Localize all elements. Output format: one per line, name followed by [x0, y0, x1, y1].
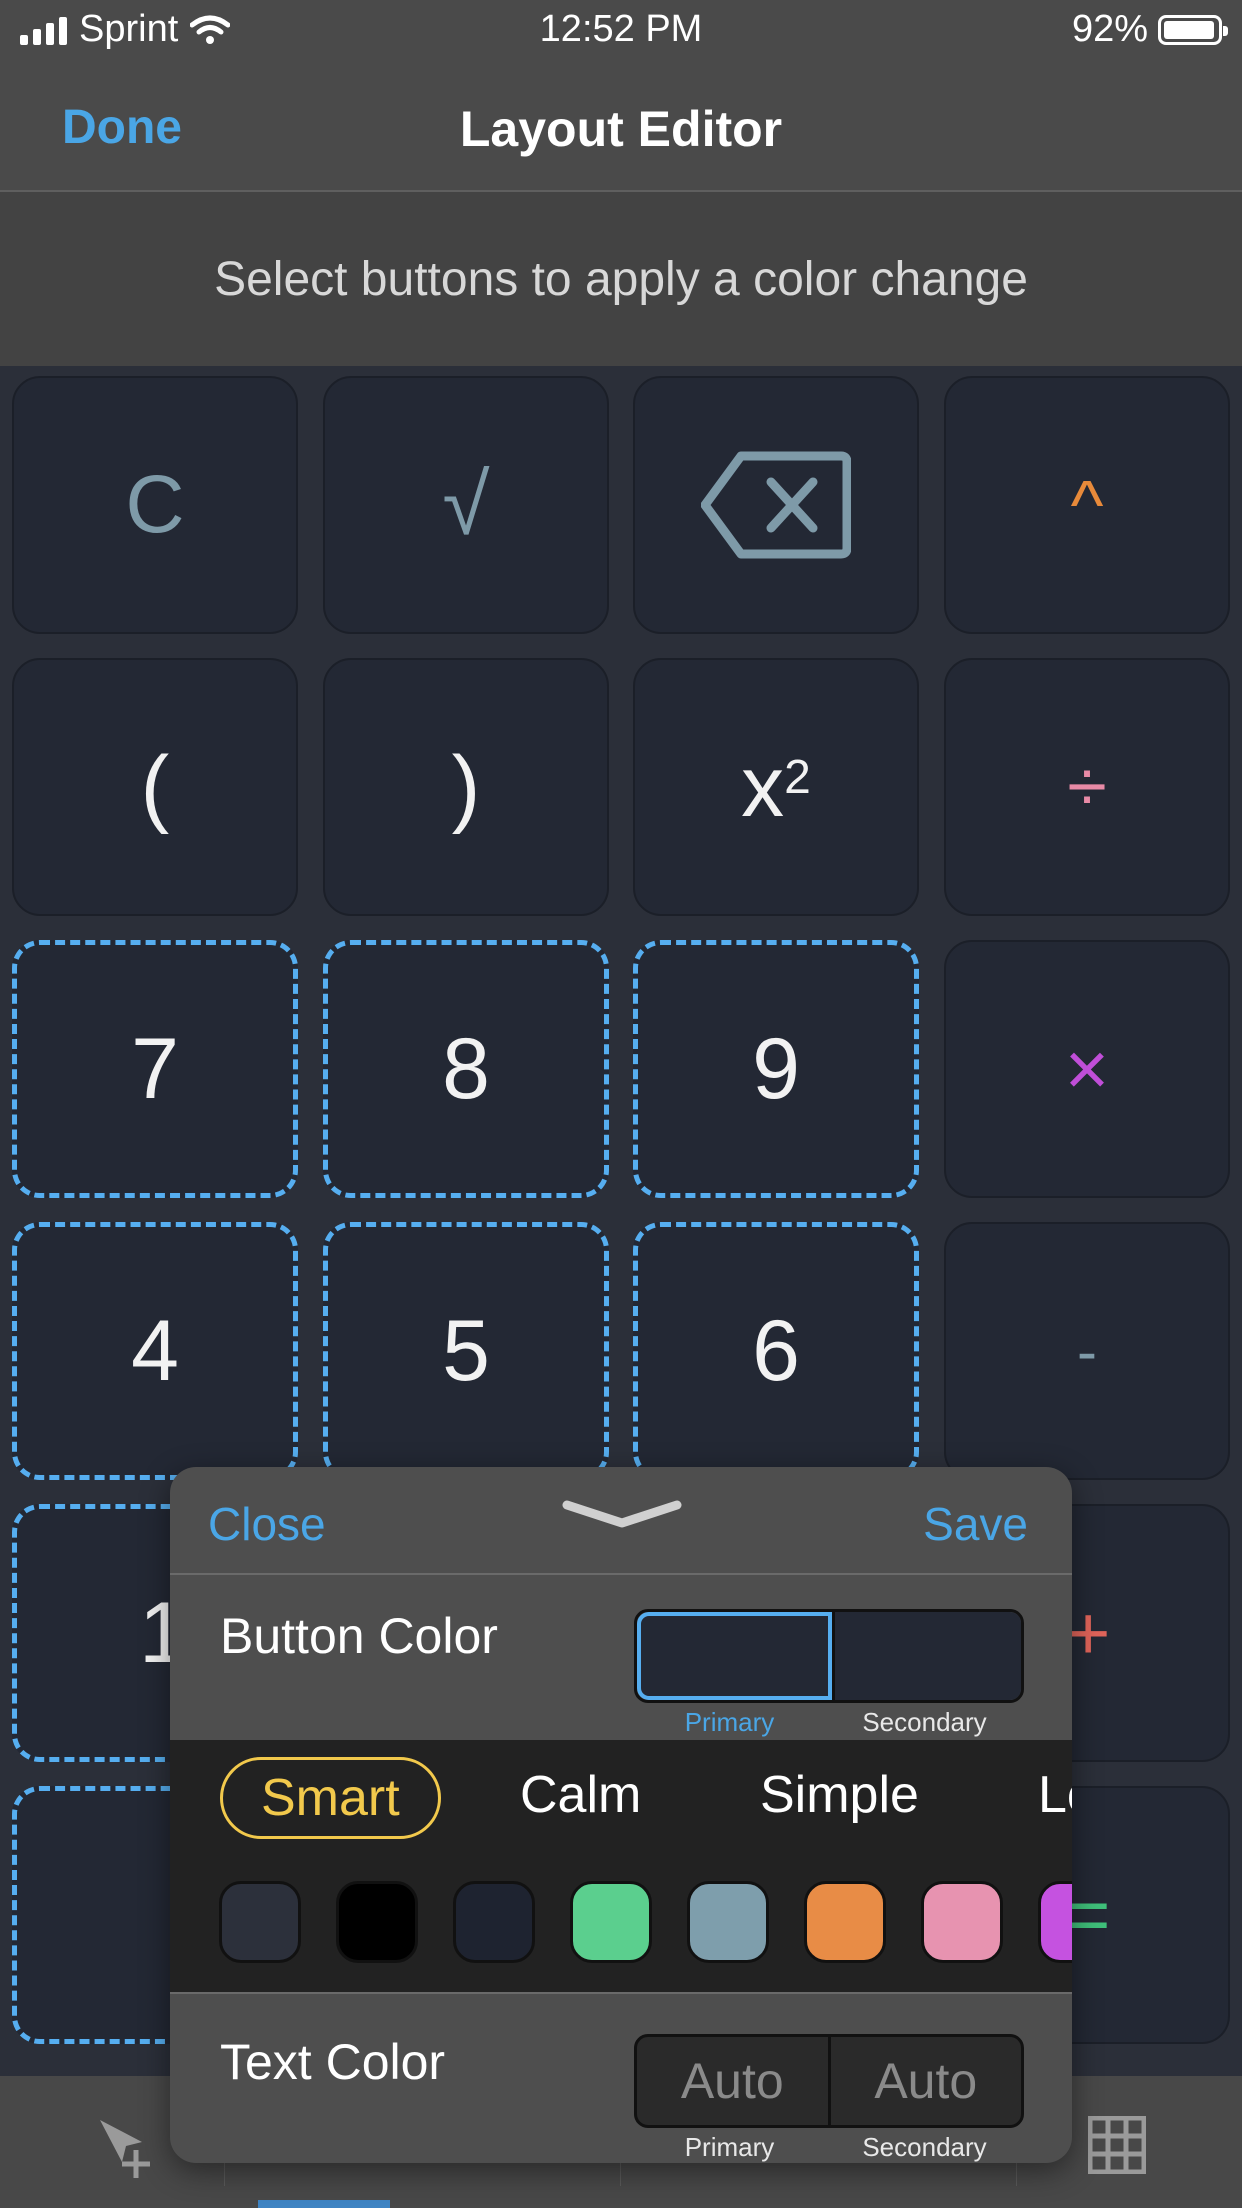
palette-area: Smart Calm Simple Lo — [170, 1740, 1072, 1992]
active-tab-indicator — [258, 2200, 390, 2208]
close-paren-key[interactable]: ) — [323, 658, 609, 916]
digit-5-key[interactable]: 5 — [323, 1222, 609, 1480]
primary-caption: Primary — [684, 1707, 775, 1737]
digit-4-key[interactable]: 4 — [12, 1222, 298, 1480]
text-color-label: Text Color — [220, 2034, 446, 2090]
status-bar: Sprint 12:52 PM 92% — [0, 0, 1242, 62]
digit-7-key[interactable]: 7 — [12, 940, 298, 1198]
divide-key[interactable]: ÷ — [944, 658, 1230, 916]
battery-icon — [1158, 14, 1228, 45]
save-button[interactable]: Save — [923, 1497, 1028, 1551]
square-exponent: 2 — [784, 750, 811, 804]
page-title: Layout Editor — [459, 101, 783, 157]
digit-8-key[interactable]: 8 — [323, 940, 609, 1198]
battery-percent: 92% — [1071, 8, 1148, 50]
backspace-icon — [701, 451, 851, 559]
close-button[interactable]: Close — [208, 1497, 326, 1551]
sheet-header: Close Save — [170, 1467, 1072, 1575]
digit-6-key[interactable]: 6 — [633, 1222, 919, 1480]
swatch-color[interactable] — [921, 1881, 1003, 1963]
primary-caption: Primary — [684, 2132, 775, 2162]
plus-label: + — [1066, 1590, 1111, 1676]
palette-tab-smart[interactable]: Smart — [220, 1757, 441, 1839]
clear-key[interactable]: C — [12, 376, 298, 634]
square-base: x — [741, 738, 785, 835]
swatch-color[interactable] — [336, 1881, 418, 1963]
divider — [170, 1992, 1072, 1994]
text-color-selector: Auto Auto — [634, 2034, 1024, 2128]
palette-tab-simple[interactable]: Simple — [760, 1765, 919, 1825]
primary-button-color[interactable] — [637, 1612, 832, 1700]
power-key[interactable]: ^ — [944, 376, 1230, 634]
square-key[interactable]: x2 — [633, 658, 919, 916]
open-paren-key[interactable]: ( — [12, 658, 298, 916]
equals-label: = — [1066, 1872, 1111, 1958]
palette-tab-more[interactable]: Lo — [1038, 1765, 1072, 1825]
navigation-bar: Done Layout Editor — [0, 62, 1242, 192]
sqrt-key[interactable]: √ — [323, 376, 609, 634]
multiply-key[interactable]: × — [944, 940, 1230, 1198]
grid-tool-icon[interactable] — [1088, 2116, 1146, 2174]
primary-text-color[interactable]: Auto — [637, 2037, 828, 2125]
secondary-caption: Secondary — [862, 1707, 987, 1737]
move-tool-icon[interactable] — [96, 2116, 160, 2180]
digit-9-key[interactable]: 9 — [633, 940, 919, 1198]
secondary-button-color[interactable] — [831, 1612, 1021, 1700]
battery-area: 92% — [1071, 8, 1228, 51]
chevron-down-icon[interactable] — [561, 1497, 683, 1533]
swatch-color[interactable] — [453, 1881, 535, 1963]
instruction-banner: Select buttons to apply a color change — [0, 192, 1242, 366]
secondary-caption: Secondary — [862, 2132, 987, 2162]
backspace-key[interactable] — [633, 376, 919, 634]
swatch-color[interactable] — [219, 1881, 301, 1963]
clock: 12:52 PM — [539, 8, 703, 50]
swatch-color[interactable] — [687, 1881, 769, 1963]
secondary-text-color[interactable]: Auto — [827, 2037, 1022, 2125]
swatch-color[interactable] — [1038, 1881, 1072, 1963]
palette-tab-calm[interactable]: Calm — [520, 1765, 641, 1825]
button-color-selector — [634, 1609, 1024, 1703]
color-sheet: Close Save Button Color Primary Secondar… — [170, 1467, 1072, 2163]
button-color-label: Button Color — [220, 1608, 498, 1664]
swatch-color[interactable] — [570, 1881, 652, 1963]
swatch-color[interactable] — [804, 1881, 886, 1963]
minus-key[interactable]: - — [944, 1222, 1230, 1480]
